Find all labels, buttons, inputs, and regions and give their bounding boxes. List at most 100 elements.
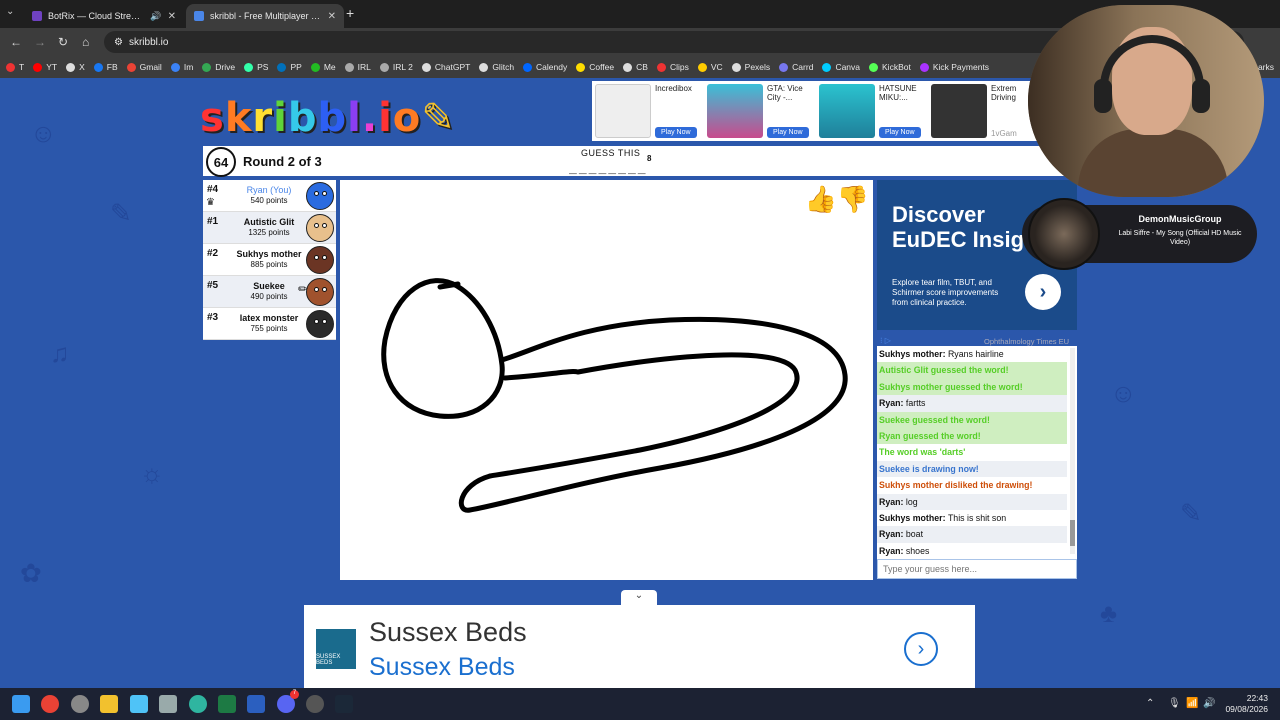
ad-go-arrow-icon[interactable]: › [904,632,938,666]
thumbs-up-icon[interactable]: 👍 [805,184,837,215]
close-tab-icon[interactable]: ✕ [168,11,176,22]
speaker-icon[interactable]: 🔊 [150,11,161,22]
player-row[interactable]: #4 ♛ Ryan (You) 540 points [203,180,336,212]
bookmark-item[interactable]: CB [623,62,648,72]
bottom-ad-banner[interactable]: SUSSEX BEDS Sussex Beds Sussex Beds › [304,605,975,688]
skribbl-logo[interactable]: skribbl.io✎ [200,94,456,142]
bookmark-favicon-icon [277,62,287,72]
settings-gear-icon[interactable] [71,695,89,713]
bookmark-item[interactable]: Canva [822,62,860,72]
bookmark-item[interactable]: IRL [344,62,371,72]
bookmark-item[interactable]: Coffee [576,62,614,72]
windows-start-icon[interactable] [12,695,30,713]
bookmark-label: Calendy [536,62,568,72]
play-now-button[interactable]: Play Now [767,127,809,138]
forward-icon[interactable]: → [34,35,46,49]
bookmark-item[interactable]: Me [310,62,336,72]
excel-icon[interactable] [218,695,236,713]
bookmark-item[interactable]: X [66,62,85,72]
bookmark-item[interactable]: VC [697,62,723,72]
vinyl-disc-icon [1028,198,1100,270]
player-name: Sukhys mother [236,249,302,259]
bookmark-item[interactable]: Clips [656,62,689,72]
top-ad-banner[interactable]: Incredibox Play Now GTA: Vice City -... Pl… [592,81,1040,141]
bookmark-item[interactable]: Pexels [731,62,770,72]
bookmark-favicon-icon [310,62,320,72]
tab-botrix[interactable]: BotRix — Cloud Streaming 🔊 ✕ [24,4,184,28]
play-now-button[interactable]: Play Now [879,127,921,138]
collapse-ad-chevron-icon[interactable]: ⌄ [621,590,657,606]
tray-chevron-icon[interactable]: ⌃ [1146,698,1154,709]
bookmark-item[interactable]: Calendy [523,62,567,72]
bookmark-item[interactable]: Glitch [479,62,514,72]
ad-card[interactable]: GTA: Vice City -... Play Now [704,81,816,141]
discord-icon[interactable]: 7 [277,690,299,713]
player-row[interactable]: #1 Autistic Glit 1325 points [203,212,336,244]
file-explorer-icon[interactable] [100,695,118,713]
bookmark-item[interactable]: PS [244,62,268,72]
bookmark-item[interactable]: Drive [202,62,235,72]
bookmark-item[interactable]: IRL 2 [379,62,413,72]
site-info-icon[interactable]: ⚙ [114,37,123,48]
ad-subtitle[interactable]: Sussex Beds [369,653,515,682]
player-points: 1325 points [248,228,290,237]
bookmark-item[interactable]: Carrd [779,62,813,72]
bookmark-item[interactable]: Gmail [126,62,162,72]
player-rank: #4 [207,184,219,195]
system-clock[interactable]: 22:43 09/08/2026 [1218,693,1268,715]
ad-image [819,84,875,138]
chat-message: Ryan guessed the word! [877,427,1067,445]
music-artist: DemonMusicGroup [1138,214,1222,224]
tab-skribbl[interactable]: skribbl - Free Multiplayer Draw ✕ [186,4,344,28]
tab-search-chevron-icon[interactable]: ⌄ [6,6,14,17]
bookmark-item[interactable]: Im [170,62,193,72]
microphone-icon[interactable]: 🎙 [1168,698,1181,709]
chat-scroll-thumb[interactable] [1070,520,1075,546]
bookmark-item[interactable]: YT [33,62,57,72]
ad-arrow-button[interactable]: › [1025,274,1061,310]
player-row[interactable]: #2 Sukhys mother 885 points [203,244,336,276]
background-doodle-icon: ☺ [1110,378,1137,408]
chat-guess-input[interactable] [877,559,1077,579]
bookmark-favicon-icon [93,62,103,72]
new-tab-icon[interactable]: + [346,5,354,21]
bookmark-favicon-icon [822,62,832,72]
bookmark-item[interactable]: T [6,62,24,72]
bookmark-item[interactable]: Kick Payments [919,62,989,72]
drawing-canvas[interactable]: 👍 👎 [340,180,873,580]
notepad-icon[interactable] [130,695,148,713]
bookmark-item[interactable]: KickBot [869,62,911,72]
back-icon[interactable]: ← [10,35,22,49]
home-icon[interactable]: ⌂ [82,35,89,49]
adchoices-icon[interactable]: ⁝ ▷ [880,336,891,345]
ad-card[interactable]: Extrem Driving 1vGam [928,81,1040,141]
reload-icon[interactable]: ↻ [58,35,68,49]
player-row[interactable]: #5 Suekee 490 points ✏ [203,276,336,308]
game-header: 64 Round 2 of 3 GUESS THIS ________ 8 [203,146,1077,177]
background-doodle-icon: ♣ [1100,598,1118,628]
close-tab-icon[interactable]: ✕ [328,11,336,22]
bookmark-item[interactable]: ChatGPT [421,62,470,72]
player-row[interactable]: #3 latex monster 755 points [203,308,336,340]
bookmark-item[interactable]: PP [277,62,302,72]
bookmark-item[interactable]: FB [93,62,118,72]
steam-icon[interactable] [335,695,353,713]
play-now-button[interactable]: Play Now [655,127,697,138]
chrome-icon[interactable] [41,695,59,713]
bookmark-favicon-icon [731,62,741,72]
ad-card[interactable]: HATSUNE MIKU:... Play Now [816,81,928,141]
calculator-icon[interactable] [159,695,177,713]
word-icon[interactable] [247,695,265,713]
edge-icon[interactable] [189,695,207,713]
tab-title: skribbl - Free Multiplayer Draw [210,11,322,21]
ad-card[interactable]: Incredibox Play Now [592,81,704,141]
wifi-icon[interactable]: 📶 [1186,698,1198,709]
bookmark-label: Coffee [589,62,615,72]
thumbs-down-icon[interactable]: 👎 [837,184,869,215]
obs-icon[interactable] [306,695,324,713]
ad-title: Sussex Beds [369,617,527,647]
ad-title: HATSUNE MIKU:... [879,84,917,102]
volume-icon[interactable]: 🔊 [1203,698,1215,709]
bookmark-favicon-icon [919,62,929,72]
chat-author: Ryan [879,496,901,507]
